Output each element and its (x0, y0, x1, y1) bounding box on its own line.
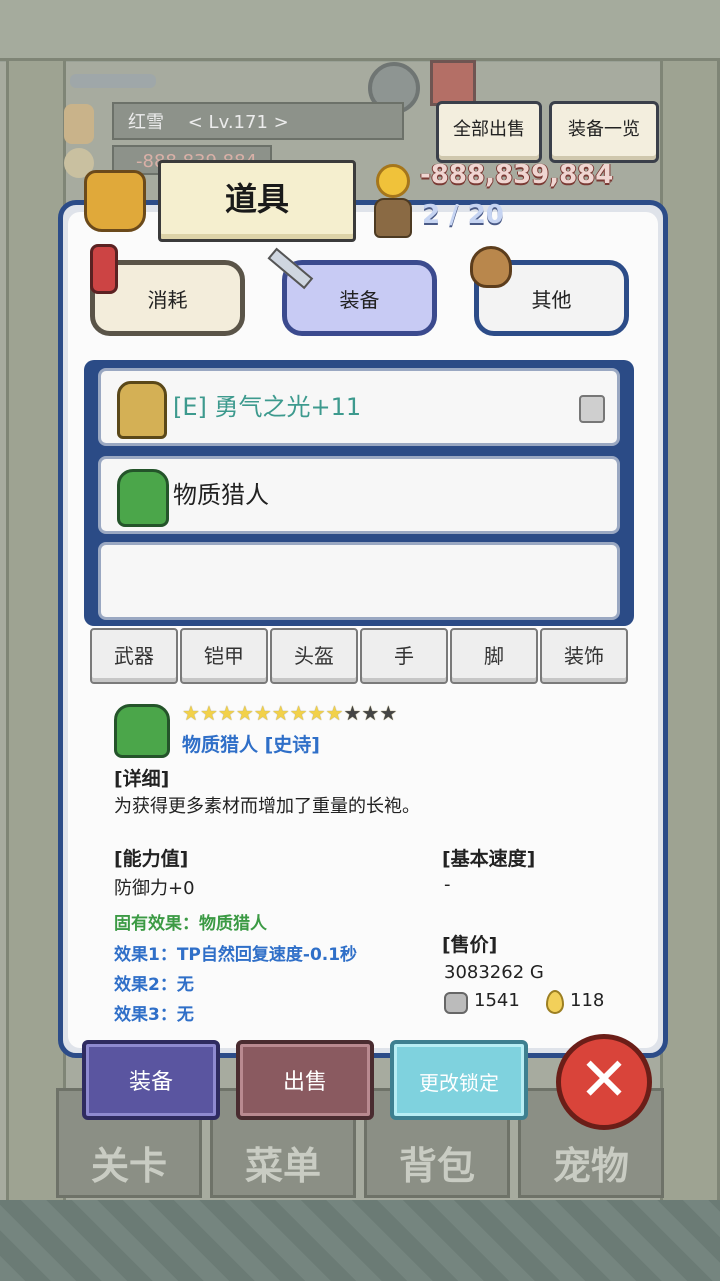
bag-icon (84, 170, 146, 232)
star-icon: ★ (199, 701, 218, 725)
star-icon: ★ (379, 701, 398, 725)
pouch-icon (470, 246, 512, 288)
left-pillar (6, 0, 66, 1200)
gold-icon (376, 164, 410, 198)
robe-green-icon (117, 469, 169, 527)
wall-sword-icon (70, 74, 156, 88)
inventory-capacity: 2 / 20 (422, 200, 504, 230)
effect-2: 效果2：无 (114, 975, 194, 995)
detail-item-icon (114, 704, 170, 758)
right-pillar (660, 0, 720, 1200)
player-avatar (64, 104, 94, 144)
list-item[interactable]: [E] 勇气之光+11 (98, 368, 620, 446)
tab-weapon[interactable]: 武器 (90, 628, 178, 684)
top-beam (0, 0, 720, 61)
player-name-bar: 红雪 < Lv.171 > (112, 102, 404, 140)
price-stone: 1541 (474, 990, 520, 1011)
lock-icon[interactable] (579, 395, 605, 423)
tab-helmet[interactable]: 头盔 (270, 628, 358, 684)
ability-header: [能力值] (114, 848, 189, 870)
sell-all-button[interactable]: 全部出售 (436, 101, 542, 163)
floor-tiles (0, 1200, 720, 1281)
potion-icon (90, 244, 118, 294)
tab-accessory[interactable]: 装饰 (540, 628, 628, 684)
effect-3: 效果3：无 (114, 1005, 194, 1025)
list-item-empty[interactable] (98, 542, 620, 620)
item-name: 物质猎人 (173, 481, 269, 509)
gold-amount: -888,839,884 (420, 160, 614, 190)
speed-value: - (444, 874, 451, 895)
stone-icon (444, 992, 468, 1014)
tab-foot[interactable]: 脚 (450, 628, 538, 684)
tab-armor[interactable]: 铠甲 (180, 628, 268, 684)
equip-list-button[interactable]: 装备一览 (549, 101, 659, 163)
player-level: < Lv.171 > (187, 112, 289, 133)
equip-button[interactable]: 装备 (82, 1040, 220, 1120)
player-name: 红雪 (128, 112, 164, 133)
item-description: 为获得更多素材而增加了重量的长袍。 (114, 796, 420, 817)
price-gold: 3083262 G (444, 962, 544, 983)
armor-gold-icon (117, 381, 167, 439)
inherent-effect: 固有效果：物质猎人 (114, 914, 267, 934)
star-icon: ★ (325, 701, 344, 725)
price-drop: 118 (570, 990, 605, 1011)
star-icon: ★ (307, 701, 326, 725)
item-name: [E] 勇气之光+11 (173, 393, 362, 421)
star-icon: ★ (271, 701, 290, 725)
detail-header: [详细] (114, 768, 170, 790)
speed-header: [基本速度] (442, 848, 536, 870)
sell-button[interactable]: 出售 (236, 1040, 374, 1120)
panel-title: 道具 (158, 160, 356, 242)
detail-item-name: 物质猎人 [史诗] (182, 734, 320, 756)
star-icon: ★ (217, 701, 236, 725)
star-icon: ★ (253, 701, 272, 725)
star-icon: ★ (289, 701, 308, 725)
star-icon: ★ (182, 701, 200, 725)
tab-hand[interactable]: 手 (360, 628, 448, 684)
backpack-icon (374, 198, 412, 238)
star-icon: ★ (343, 701, 362, 725)
defense-value: 防御力+0 (114, 878, 195, 899)
star-icon: ★ (235, 701, 254, 725)
rarity-stars: ★★★★★★★★★★★★ (182, 702, 397, 724)
effect-1: 效果1：TP自然回复速度-0.1秒 (114, 945, 358, 965)
list-item[interactable]: 物质猎人 (98, 456, 620, 534)
close-icon[interactable]: ✕ (556, 1034, 652, 1130)
wall-banner-icon (430, 60, 476, 106)
drop-icon (546, 990, 564, 1014)
star-icon: ★ (361, 701, 380, 725)
price-header: [售价] (442, 934, 498, 956)
change-lock-button[interactable]: 更改锁定 (390, 1040, 528, 1120)
